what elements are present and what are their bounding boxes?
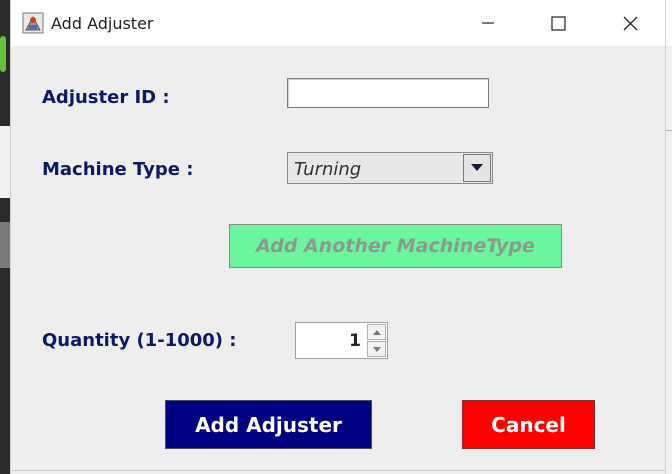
adjuster-id-input[interactable] [287,78,489,108]
adjuster-id-label: Adjuster ID : [42,87,170,108]
close-icon [623,16,637,30]
chevron-down-icon [471,164,483,171]
maximize-icon [550,15,566,31]
window-title: Add Adjuster [51,14,154,33]
arrow-up-icon [372,329,381,335]
arrow-down-icon [372,346,381,352]
machine-type-selected-value: Turning [294,159,362,180]
add-adjuster-button[interactable]: Add Adjuster [165,400,372,449]
quantity-value[interactable]: 1 [349,331,361,351]
quantity-stepper[interactable]: 1 [295,322,388,359]
add-another-machine-type-button[interactable]: Add Another MachineType [229,224,562,268]
maximize-button[interactable] [523,0,593,46]
background-app-left [0,0,10,474]
quantity-decrement-button[interactable] [367,341,386,357]
java-app-icon [22,12,44,34]
background-panel [0,222,10,268]
background-app-tab [0,36,6,72]
add-adjuster-dialog: Add Adjuster Adjuster ID : Machine Type … [10,0,666,474]
close-button[interactable] [595,0,665,46]
window-bottom-edge [11,470,665,471]
machine-type-label: Machine Type : [42,159,194,180]
background-panel [0,126,10,198]
minimize-icon [482,22,494,24]
quantity-label: Quantity (1-1000) : [42,330,237,351]
cancel-button[interactable]: Cancel [462,400,595,449]
minimize-button[interactable] [453,0,523,46]
machine-type-select[interactable]: Turning [287,152,493,184]
machine-type-dropdown-button[interactable] [463,154,491,182]
quantity-increment-button[interactable] [367,324,386,340]
title-bar[interactable]: Add Adjuster [11,0,665,46]
